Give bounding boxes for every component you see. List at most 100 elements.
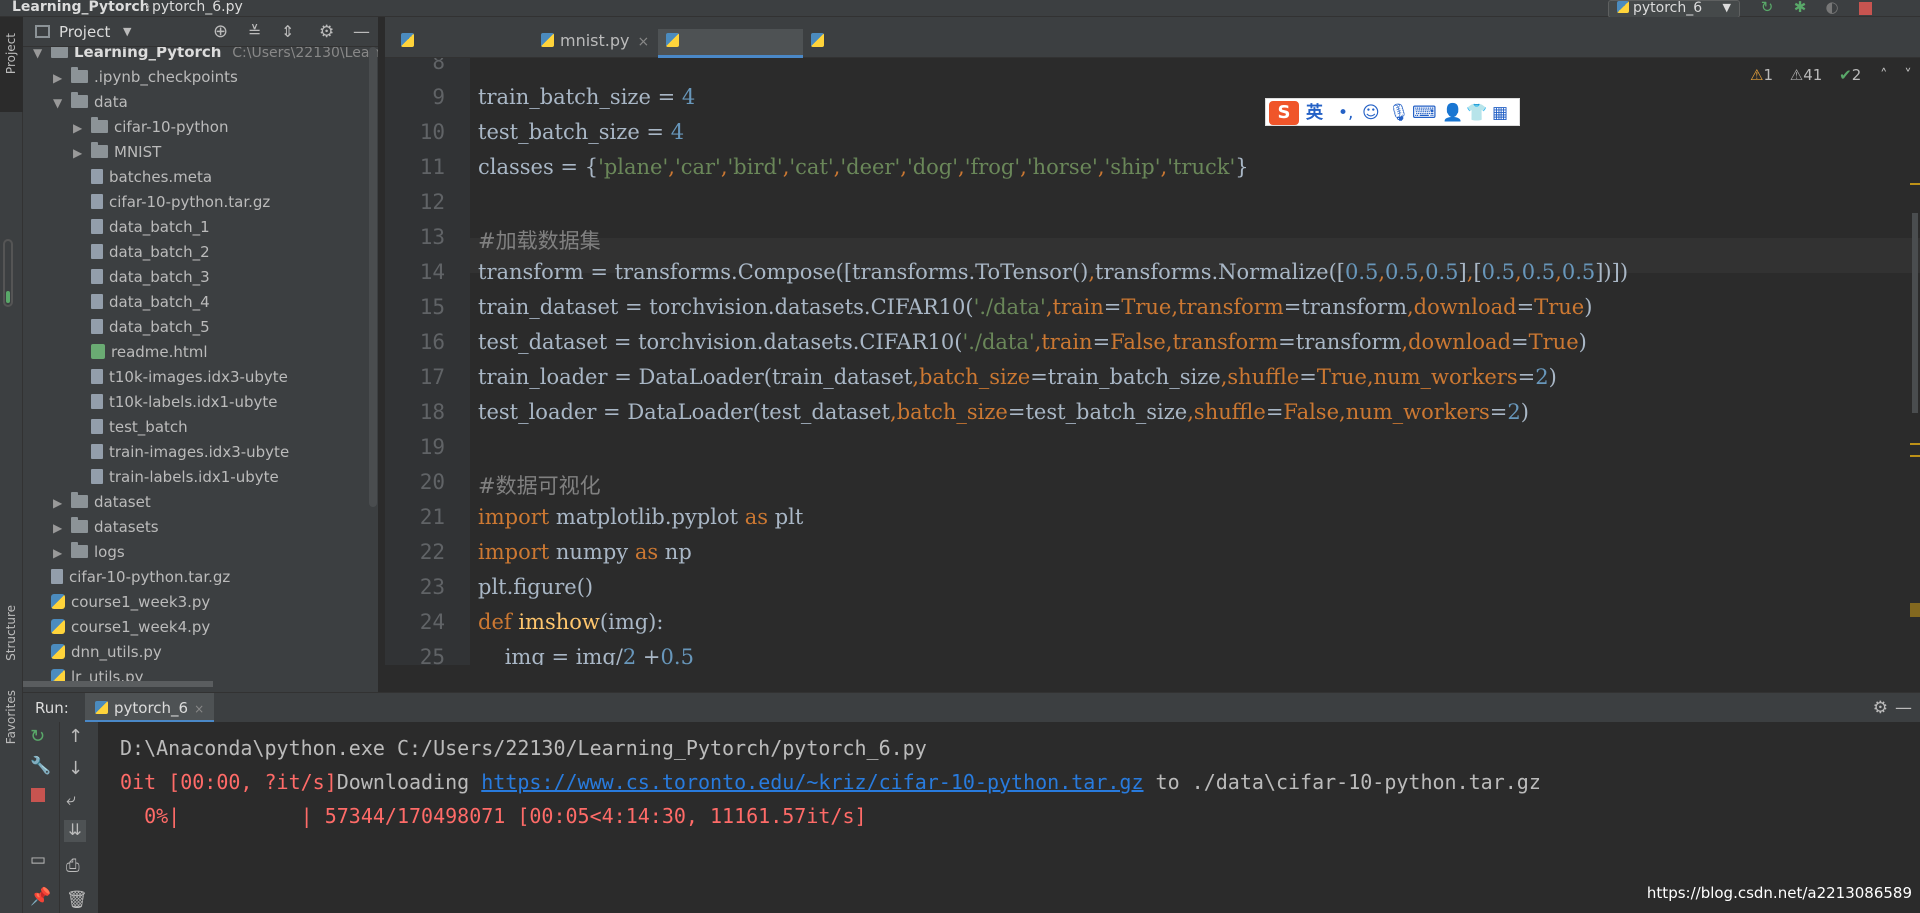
tree-folder[interactable]: ▶ datasets xyxy=(53,515,159,540)
line-number: 24 xyxy=(419,610,445,634)
tree-folder[interactable]: ▶ logs xyxy=(53,540,125,565)
breadcrumb-file[interactable]: pytorch_6.py xyxy=(152,0,243,15)
code-editor[interactable]: 8 9 10 11 12 13 14 15 16 17 18 19 20 21 22 23 24 25 train… xyxy=(385,58,1920,665)
tree-folder[interactable]: ▶ MNIST xyxy=(73,140,161,165)
chevron-up-icon[interactable]: ˄ xyxy=(1880,66,1888,84)
scroll-to-end-icon[interactable]: ⇊ xyxy=(64,820,86,842)
chevron-right-icon[interactable]: ▶ xyxy=(53,66,65,91)
editor-tab[interactable]: pytorch_6.py× xyxy=(658,29,803,74)
breadcrumb-project[interactable]: Learning_Pytorch xyxy=(12,0,150,15)
file-icon xyxy=(91,319,103,334)
hide-icon[interactable]: — xyxy=(1895,693,1912,723)
chevron-down-icon[interactable]: ▼ xyxy=(33,47,45,66)
ime-punct-toggle[interactable]: •, xyxy=(1338,103,1353,123)
chevron-right-icon[interactable]: ▶ xyxy=(73,141,85,166)
tree-folder[interactable]: ▶ .ipynb_checkpoints xyxy=(53,65,238,90)
stop-icon[interactable] xyxy=(31,788,45,802)
code-line: test_loader = DataLoader(test_dataset,ba… xyxy=(478,400,1529,424)
line-number: 18 xyxy=(419,400,445,424)
tree-file[interactable]: cifar-10-python.tar.gz xyxy=(33,565,230,590)
pin-icon[interactable]: 📌 xyxy=(30,887,51,907)
tree-file[interactable]: test_batch xyxy=(73,415,188,440)
python-file-icon xyxy=(51,644,65,659)
editor-tabs-bar: pytorch_3.py× mnist.py × pytorch_6.py×cifar… xyxy=(385,17,1920,74)
wrench-icon[interactable]: 🔧 xyxy=(30,756,51,776)
tree-file[interactable]: data_batch_4 xyxy=(73,290,210,315)
tree-root[interactable]: ▼ Learning_Pytorch C:\Users\22130\Learni xyxy=(33,47,378,65)
run-configuration-select[interactable]: pytorch_6 ▼ xyxy=(1608,0,1740,18)
gear-icon[interactable]: ⚙ xyxy=(1873,693,1888,723)
chevron-right-icon[interactable]: ▶ xyxy=(53,491,65,516)
arrow-up-icon[interactable]: ↑ xyxy=(68,726,83,747)
tree-file[interactable]: dnn_utils.py xyxy=(33,640,162,665)
print-icon[interactable]: ⎙ xyxy=(66,856,80,876)
tree-file[interactable]: cifar-10-python.tar.gz xyxy=(73,190,270,215)
tree-file[interactable]: batches.meta xyxy=(73,165,212,190)
expand-icon[interactable]: ⇕ xyxy=(281,17,294,47)
structure-tool-tab[interactable]: Structure xyxy=(4,605,18,661)
tree-file[interactable]: readme.html xyxy=(73,340,208,365)
stop-icon[interactable] xyxy=(1855,0,1875,17)
chevron-down-icon[interactable]: ˅ xyxy=(1904,66,1912,84)
tree-file[interactable]: t10k-labels.idx1-ubyte xyxy=(73,390,277,415)
error-stripe[interactable] xyxy=(1910,103,1920,623)
emoji-icon[interactable]: ☺ xyxy=(1362,103,1380,123)
toolbox-icon[interactable]: ▦ xyxy=(1492,103,1508,123)
chevron-down-icon[interactable]: ▼ xyxy=(123,17,131,47)
tree-file[interactable]: data_batch_3 xyxy=(73,265,210,290)
tree-file[interactable]: course1_week3.py xyxy=(33,590,210,615)
chevron-right-icon[interactable]: ▶ xyxy=(53,541,65,566)
project-view-select[interactable]: Project xyxy=(59,17,110,47)
folder-icon xyxy=(71,492,88,508)
file-icon xyxy=(91,269,103,284)
collapse-all-icon[interactable]: ≚ xyxy=(248,17,261,47)
tree-file[interactable]: data_batch_2 xyxy=(73,240,210,265)
layout-icon[interactable]: ▭ xyxy=(30,850,46,870)
python-file-icon xyxy=(811,33,824,47)
debug-icon[interactable]: ✱ xyxy=(1790,0,1810,17)
editor-tab[interactable]: cifar.py× xyxy=(803,29,908,74)
trash-icon[interactable]: 🗑 xyxy=(66,890,88,910)
project-tool-tab[interactable]: Project xyxy=(0,17,23,112)
tree-file[interactable]: data_batch_5 xyxy=(73,315,210,340)
horizontal-scrollbar[interactable] xyxy=(23,681,213,687)
gear-icon[interactable]: ⚙ xyxy=(319,17,334,47)
line-number: 9 xyxy=(432,85,445,109)
progress-prefix: 0it [00:00, ?it/s] xyxy=(120,770,337,794)
editor-tab[interactable]: pytorch_3.py× xyxy=(393,29,533,74)
tree-file[interactable]: course1_week4.py xyxy=(33,615,210,640)
vertical-scrollbar[interactable] xyxy=(369,47,377,507)
hide-icon[interactable]: — xyxy=(353,17,370,47)
user-icon[interactable]: 👤 xyxy=(1442,103,1463,123)
tree-file[interactable]: train-labels.idx1-ubyte xyxy=(73,465,279,490)
soft-wrap-icon[interactable]: ⤶ xyxy=(66,790,76,810)
coverage-icon[interactable]: ◐ xyxy=(1822,0,1842,17)
skin-icon[interactable]: 👕 xyxy=(1466,103,1487,123)
chevron-down-icon[interactable]: ▼ xyxy=(53,91,65,116)
tree-folder[interactable]: ▶ cifar-10-python xyxy=(73,115,228,140)
inspections-widget[interactable]: ⚠1 ⚠41 ✔2 ˄ ˅ xyxy=(1750,66,1912,84)
close-icon[interactable]: × xyxy=(638,34,650,50)
tree-file[interactable]: train-images.idx3-ubyte xyxy=(73,440,289,465)
rerun-icon[interactable]: ↻ xyxy=(1757,0,1777,17)
tree-file[interactable]: data_batch_1 xyxy=(73,215,210,240)
chevron-right-icon[interactable]: ▶ xyxy=(53,516,65,541)
keyboard-icon[interactable]: ⌨ xyxy=(1412,103,1437,123)
arrow-down-icon[interactable]: ↓ xyxy=(68,758,83,779)
close-icon[interactable]: × xyxy=(194,702,204,716)
tree-file[interactable]: t10k-images.idx3-ubyte xyxy=(73,365,288,390)
tree-folder[interactable]: ▶ dataset xyxy=(53,490,151,515)
code-line: classes = {'plane','car','bird','cat','d… xyxy=(478,155,1249,179)
tree-folder[interactable]: ▼ data xyxy=(53,90,128,115)
editor-tab[interactable]: mnist.py × xyxy=(533,29,658,58)
ime-toolbar[interactable]: S 英 •, ☺ 🎙 ⌨ 👤 👕 ▦ xyxy=(1265,98,1520,126)
rerun-icon[interactable]: ↻ xyxy=(30,726,45,747)
chevron-right-icon[interactable]: ▶ xyxy=(73,116,85,141)
microphone-icon[interactable]: 🎙 xyxy=(1388,103,1410,123)
locate-icon[interactable]: ⊕ xyxy=(213,17,228,47)
favorites-tool-tab[interactable]: Favorites xyxy=(4,690,18,744)
run-tab[interactable]: pytorch_6 × xyxy=(85,693,215,723)
ime-mode-toggle[interactable]: 英 xyxy=(1306,103,1323,123)
download-link[interactable]: https://www.cs.toronto.edu/~kriz/cifar-1… xyxy=(481,770,1143,794)
sogou-logo-icon: S xyxy=(1269,101,1299,125)
